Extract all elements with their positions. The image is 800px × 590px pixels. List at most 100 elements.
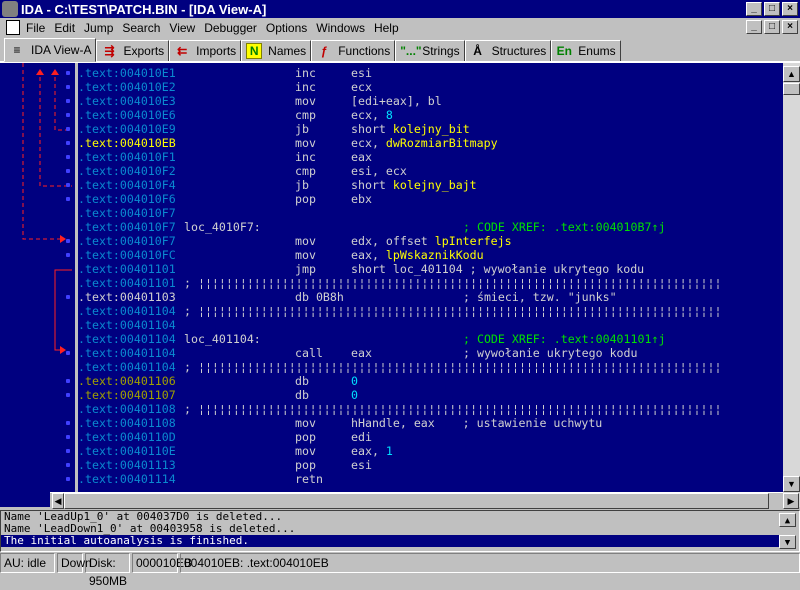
scroll-left-button[interactable]: ◀ [52, 493, 64, 509]
menu-debugger[interactable]: Debugger [204, 21, 257, 35]
document-icon: ≡ [13, 43, 21, 57]
code-line[interactable]: .text:004010E2 inc ecx [78, 80, 783, 94]
code-line[interactable]: .text:00401104 loc_401104: ; CODE XREF: .t… [78, 332, 783, 346]
menu-edit[interactable]: Edit [54, 21, 75, 35]
separator-line: ; ¦¦¦¦¦¦¦¦¦¦¦¦¦¦¦¦¦¦¦¦¦¦¦¦¦¦¦¦¦¦¦¦¦¦¦¦¦¦… [184, 304, 722, 318]
operands: [edi+eax], bl [351, 94, 442, 108]
output-window[interactable]: Name 'LeadUp1_0' at 004037D0 is deleted.… [0, 510, 800, 552]
code-line[interactable]: .text:004010E3 mov [edi+eax], bl [78, 94, 783, 108]
menu-jump[interactable]: Jump [84, 21, 113, 35]
tab-functions[interactable]: ƒ Functions [311, 40, 396, 62]
menu-file[interactable]: File [26, 21, 45, 35]
disassembly-view[interactable]: .text:004010E1 inc esi .text:004010E2 inc ecx… [78, 63, 783, 493]
code-line[interactable]: .text:004010F1 inc eax [78, 150, 783, 164]
hscroll-thumb[interactable] [64, 493, 769, 509]
tab-ida-view-a[interactable]: ≡ IDA View-A [4, 38, 97, 62]
symbol-name[interactable]: kolejny_bajt [393, 178, 477, 192]
code-line[interactable]: .text:00401104 ; ¦¦¦¦¦¦¦¦¦¦¦¦¦¦¦¦¦¦¦¦¦¦¦¦… [78, 360, 783, 374]
operands: ecx, 8 [351, 108, 393, 122]
code-line[interactable]: .text:00401108 ; ¦¦¦¦¦¦¦¦¦¦¦¦¦¦¦¦¦¦¦¦¦¦¦¦… [78, 402, 783, 416]
tab-label: Enums [578, 44, 616, 58]
menu-help[interactable]: Help [374, 21, 399, 35]
menu-windows[interactable]: Windows [316, 21, 365, 35]
tab-strings[interactable]: "..." Strings [395, 40, 465, 62]
code-line[interactable]: .text:004010F7 mov edx, offset lpInterfejs [78, 234, 783, 248]
document-icon[interactable] [6, 20, 20, 35]
menu-options[interactable]: Options [266, 21, 307, 35]
vertical-scrollbar[interactable]: ▲ ▼ [783, 63, 800, 507]
comment: ; śmieci, tzw. "junks" [463, 290, 617, 304]
operand-text: ecx [351, 80, 372, 94]
address: .text:00401104 [78, 360, 176, 374]
menu-search[interactable]: Search [122, 21, 160, 35]
code-line[interactable]: .text:00401108 mov hHandle, eax ; ustawien… [78, 416, 783, 430]
code-line[interactable]: .text:00401104 ; ¦¦¦¦¦¦¦¦¦¦¦¦¦¦¦¦¦¦¦¦¦¦¦¦… [78, 304, 783, 318]
address: .text:00401103 [78, 290, 176, 304]
code-line[interactable]: .text:004010FC mov eax, lpWskaznikKodu [78, 248, 783, 262]
tab-imports[interactable]: ⇇ Imports [169, 40, 242, 62]
symbol-name[interactable]: lpWskaznikKodu [386, 248, 484, 262]
code-line[interactable]: .text:00401104 [78, 318, 783, 332]
operands: ebx [351, 192, 372, 206]
code-line[interactable]: .text:004010F7 loc_4010F7: ; CODE XREF: .t… [78, 220, 783, 234]
code-line[interactable]: .text:004010F7 [78, 206, 783, 220]
scroll-right-button[interactable]: ▶ [783, 493, 799, 509]
code-line[interactable]: .text:00401107 db 0 [78, 388, 783, 402]
close-button[interactable]: × [782, 2, 798, 16]
code-label: loc_401104: [184, 332, 261, 346]
operand-text: edx, offset [351, 234, 435, 248]
symbol-name[interactable]: kolejny_bit [393, 122, 470, 136]
horizontal-scrollbar[interactable]: ◀ ▶ [50, 492, 799, 509]
symbol-name[interactable]: lpInterfejs [435, 234, 512, 248]
child-restore-button[interactable]: □ [764, 20, 780, 34]
arrows-gutter [0, 63, 75, 507]
code-line[interactable]: .text:00401106 db 0 [78, 374, 783, 388]
output-scroll-up[interactable]: ▲ [779, 513, 796, 527]
code-line[interactable]: .text:004010EB mov ecx, dwRozmiarBitmapy [78, 136, 783, 150]
imports-icon: ⇇ [177, 44, 188, 58]
functions-icon: ƒ [320, 44, 328, 58]
address: .text:004010E3 [78, 94, 176, 108]
tab-exports[interactable]: ⇶ Exports [96, 40, 170, 62]
operand-text: ecx, [351, 136, 386, 150]
code-line[interactable]: .text:004010F6 pop ebx [78, 192, 783, 206]
code-line[interactable]: .text:004010E6 cmp ecx, 8 [78, 108, 783, 122]
instruction-dot [66, 155, 70, 159]
tab-names[interactable]: N Names [241, 40, 312, 62]
operand-text: ecx, [351, 108, 386, 122]
code-line[interactable]: .text:004010E9 jb short kolejny_bit [78, 122, 783, 136]
scroll-up-button[interactable]: ▲ [783, 66, 800, 82]
child-minimize-button[interactable]: _ [746, 20, 762, 34]
tab-structures[interactable]: Å Structures [464, 40, 552, 62]
code-line[interactable]: .text:00401101 ; ¦¦¦¦¦¦¦¦¦¦¦¦¦¦¦¦¦¦¦¦¦¦¦¦… [78, 276, 783, 290]
code-line[interactable]: .text:00401114 retn [78, 472, 783, 486]
enums-icon: En [556, 44, 572, 58]
address: .text:004010F4 [78, 178, 176, 192]
menu-bar: File Edit Jump Search View Debugger Opti… [0, 18, 800, 37]
symbol-name[interactable]: dwRozmiarBitmapy [386, 136, 498, 150]
menu-view[interactable]: View [169, 21, 195, 35]
output-scroll-down[interactable]: ▼ [779, 535, 796, 549]
code-line[interactable]: .text:0040110D pop edi [78, 430, 783, 444]
address: .text:004010E9 [78, 122, 176, 136]
xref-comment: ; CODE XREF: .text:004010B7↑j [463, 220, 666, 234]
code-line[interactable]: .text:00401103 db 0B8h ; śmieci, tzw. "jun… [78, 290, 783, 304]
code-line[interactable]: .text:0040110E mov eax, 1 [78, 444, 783, 458]
minimize-button[interactable]: _ [746, 2, 762, 16]
scroll-thumb[interactable] [783, 83, 800, 95]
code-line[interactable]: .text:004010F4 jb short kolejny_bajt [78, 178, 783, 192]
code-line[interactable]: .text:00401104 call eax ; wywołanie ukryteg… [78, 346, 783, 360]
code-line[interactable]: .text:00401113 pop esi [78, 458, 783, 472]
instruction-dot [66, 379, 70, 383]
operands: edi [351, 430, 372, 444]
maximize-button[interactable]: □ [764, 2, 780, 16]
code-line[interactable]: .text:004010F2 cmp esi, ecx [78, 164, 783, 178]
instruction-dot [66, 477, 70, 481]
status-autoanalysis: AU: idle [0, 553, 55, 573]
mnemonic: mov [295, 444, 316, 458]
tab-enums[interactable]: En Enums [551, 40, 621, 62]
child-close-button[interactable]: × [782, 20, 798, 34]
code-line[interactable]: .text:004010E1 inc esi [78, 66, 783, 80]
scroll-down-button[interactable]: ▼ [783, 476, 800, 492]
code-line[interactable]: .text:00401101 jmp short loc_401104 ; wywo… [78, 262, 783, 276]
